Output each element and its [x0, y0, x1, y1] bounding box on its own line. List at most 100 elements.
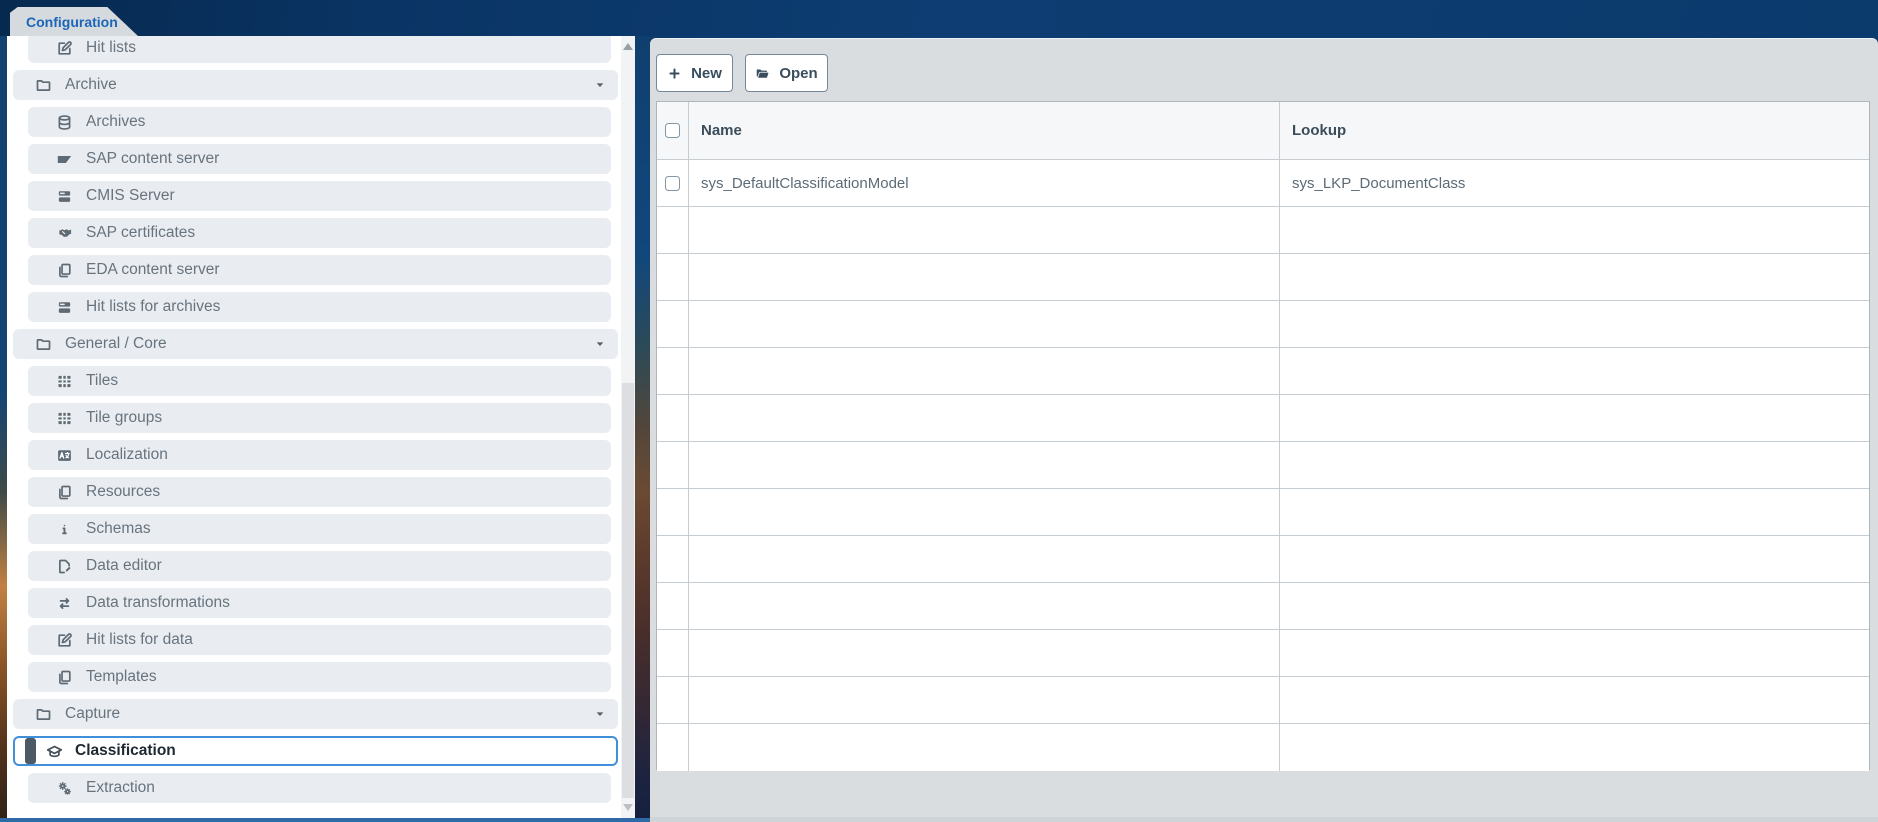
row-checkbox-cell [657, 724, 689, 771]
cell-lookup [1280, 677, 1869, 724]
graduation-cap-icon [46, 743, 63, 760]
open-button-label: Open [779, 65, 817, 82]
cell-name [689, 207, 1280, 254]
folder-open-icon [755, 66, 770, 81]
table-row[interactable]: sys_DefaultClassificationModelsys_LKP_Do… [657, 160, 1869, 207]
copy-icon [56, 484, 73, 501]
select-all-checkbox[interactable] [665, 123, 680, 138]
sidebar-item-label: Data editor [86, 557, 162, 575]
sidebar-item-tile-groups[interactable]: Tile groups [28, 403, 611, 433]
sidebar-item-label: SAP certificates [86, 224, 195, 242]
selected-marker [25, 738, 36, 764]
sidebar-item-cmis-server[interactable]: CMIS Server [28, 181, 611, 211]
sidebar-item-sap-content-server[interactable]: SAP content server [28, 144, 611, 174]
cell-name: sys_DefaultClassificationModel [689, 160, 1280, 207]
row-checkbox-cell [657, 630, 689, 677]
file-edit-icon [56, 558, 73, 575]
sidebar-item-label: General / Core [65, 335, 167, 353]
row-checkbox-cell [657, 254, 689, 301]
caret-down-icon [592, 336, 608, 352]
desktop-wallpaper-strip [0, 818, 650, 822]
grid-header-name[interactable]: Name [689, 102, 1280, 160]
cell-lookup [1280, 630, 1869, 677]
grid-header-lookup[interactable]: Lookup [1280, 102, 1869, 160]
plus-icon [667, 66, 682, 81]
cell-name [689, 301, 1280, 348]
sidebar-item-label: Hit lists for data [86, 631, 193, 649]
sidebar-item-classification[interactable]: Classification [13, 736, 618, 766]
sidebar-item-label: EDA content server [86, 261, 220, 279]
sidebar-item-archive[interactable]: Archive [13, 70, 618, 100]
row-checkbox-cell [657, 583, 689, 630]
row-checkbox-cell [657, 489, 689, 536]
table-row-empty [657, 677, 1869, 724]
sidebar-item-archives[interactable]: Archives [28, 107, 611, 137]
sidebar-item-sap-certificates[interactable]: SAP certificates [28, 218, 611, 248]
row-checkbox-cell [657, 301, 689, 348]
scrollbar-thumb[interactable] [622, 383, 634, 798]
row-checkbox-cell [657, 160, 689, 207]
sidebar-item-label: Data transformations [86, 594, 230, 612]
sidebar-item-label: Archive [65, 76, 117, 94]
cell-lookup [1280, 207, 1869, 254]
scrollbar-down-arrow-icon[interactable] [623, 804, 633, 811]
grid-header-row: Name Lookup [657, 102, 1869, 160]
table-row-empty [657, 301, 1869, 348]
row-checkbox-cell [657, 207, 689, 254]
row-checkbox[interactable] [665, 176, 680, 191]
sidebar-item-label: Extraction [86, 779, 155, 797]
edit-icon [56, 40, 73, 57]
sidebar-item-label: Classification [75, 742, 176, 760]
cell-name [689, 677, 1280, 724]
sidebar-item-hit-lists-for-archives[interactable]: Hit lists for archives [28, 292, 611, 322]
desktop-wallpaper-strip [650, 817, 1878, 822]
sidebar-item-schemas[interactable]: Schemas [28, 514, 611, 544]
sidebar-item-label: CMIS Server [86, 187, 175, 205]
copy-icon [56, 262, 73, 279]
folder-icon [35, 706, 52, 723]
caret-down-icon [592, 77, 608, 93]
grid-icon [56, 373, 73, 390]
sidebar-item-hit-lists-for-data[interactable]: Hit lists for data [28, 625, 611, 655]
sidebar-item-label: Tiles [86, 372, 118, 390]
cell-name [689, 489, 1280, 536]
info-icon [56, 521, 73, 538]
row-checkbox-cell [657, 677, 689, 724]
sidebar-item-label: Localization [86, 446, 168, 464]
sidebar-item-eda-content-server[interactable]: EDA content server [28, 255, 611, 285]
cell-lookup [1280, 442, 1869, 489]
sidebar-item-hit-lists[interactable]: Hit lists [28, 36, 611, 63]
open-button[interactable]: Open [745, 54, 828, 92]
cell-name [689, 536, 1280, 583]
main-panel: New Open Name Lookup sys_DefaultClassifi… [650, 38, 1878, 817]
table-row-empty [657, 536, 1869, 583]
sidebar-item-tiles[interactable]: Tiles [28, 366, 611, 396]
scrollbar-up-arrow-icon[interactable] [623, 43, 633, 50]
table-row-empty [657, 348, 1869, 395]
swap-icon [56, 595, 73, 612]
data-grid: Name Lookup sys_DefaultClassificationMod… [656, 101, 1870, 770]
cell-name [689, 348, 1280, 395]
sidebar-item-label: Hit lists [86, 39, 136, 57]
sidebar-item-resources[interactable]: Resources [28, 477, 611, 507]
table-row-empty [657, 630, 1869, 677]
gears-icon [56, 780, 73, 797]
server-icon [56, 299, 73, 316]
cell-lookup [1280, 348, 1869, 395]
sidebar-item-capture[interactable]: Capture [13, 699, 618, 729]
sidebar-item-templates[interactable]: Templates [28, 662, 611, 692]
new-button-label: New [691, 65, 722, 82]
copy-icon [56, 669, 73, 686]
new-button[interactable]: New [656, 54, 733, 92]
sidebar-scrollbar[interactable] [621, 36, 635, 818]
sidebar-item-general-core[interactable]: General / Core [13, 329, 618, 359]
sidebar-item-label: Tile groups [86, 409, 162, 427]
cell-lookup: sys_LKP_DocumentClass [1280, 160, 1869, 207]
sidebar-item-extraction[interactable]: Extraction [28, 773, 611, 803]
sidebar-item-localization[interactable]: Localization [28, 440, 611, 470]
folder-icon [35, 336, 52, 353]
sidebar-item-data-transformations[interactable]: Data transformations [28, 588, 611, 618]
row-checkbox-cell [657, 395, 689, 442]
sidebar-item-data-editor[interactable]: Data editor [28, 551, 611, 581]
cell-name [689, 254, 1280, 301]
